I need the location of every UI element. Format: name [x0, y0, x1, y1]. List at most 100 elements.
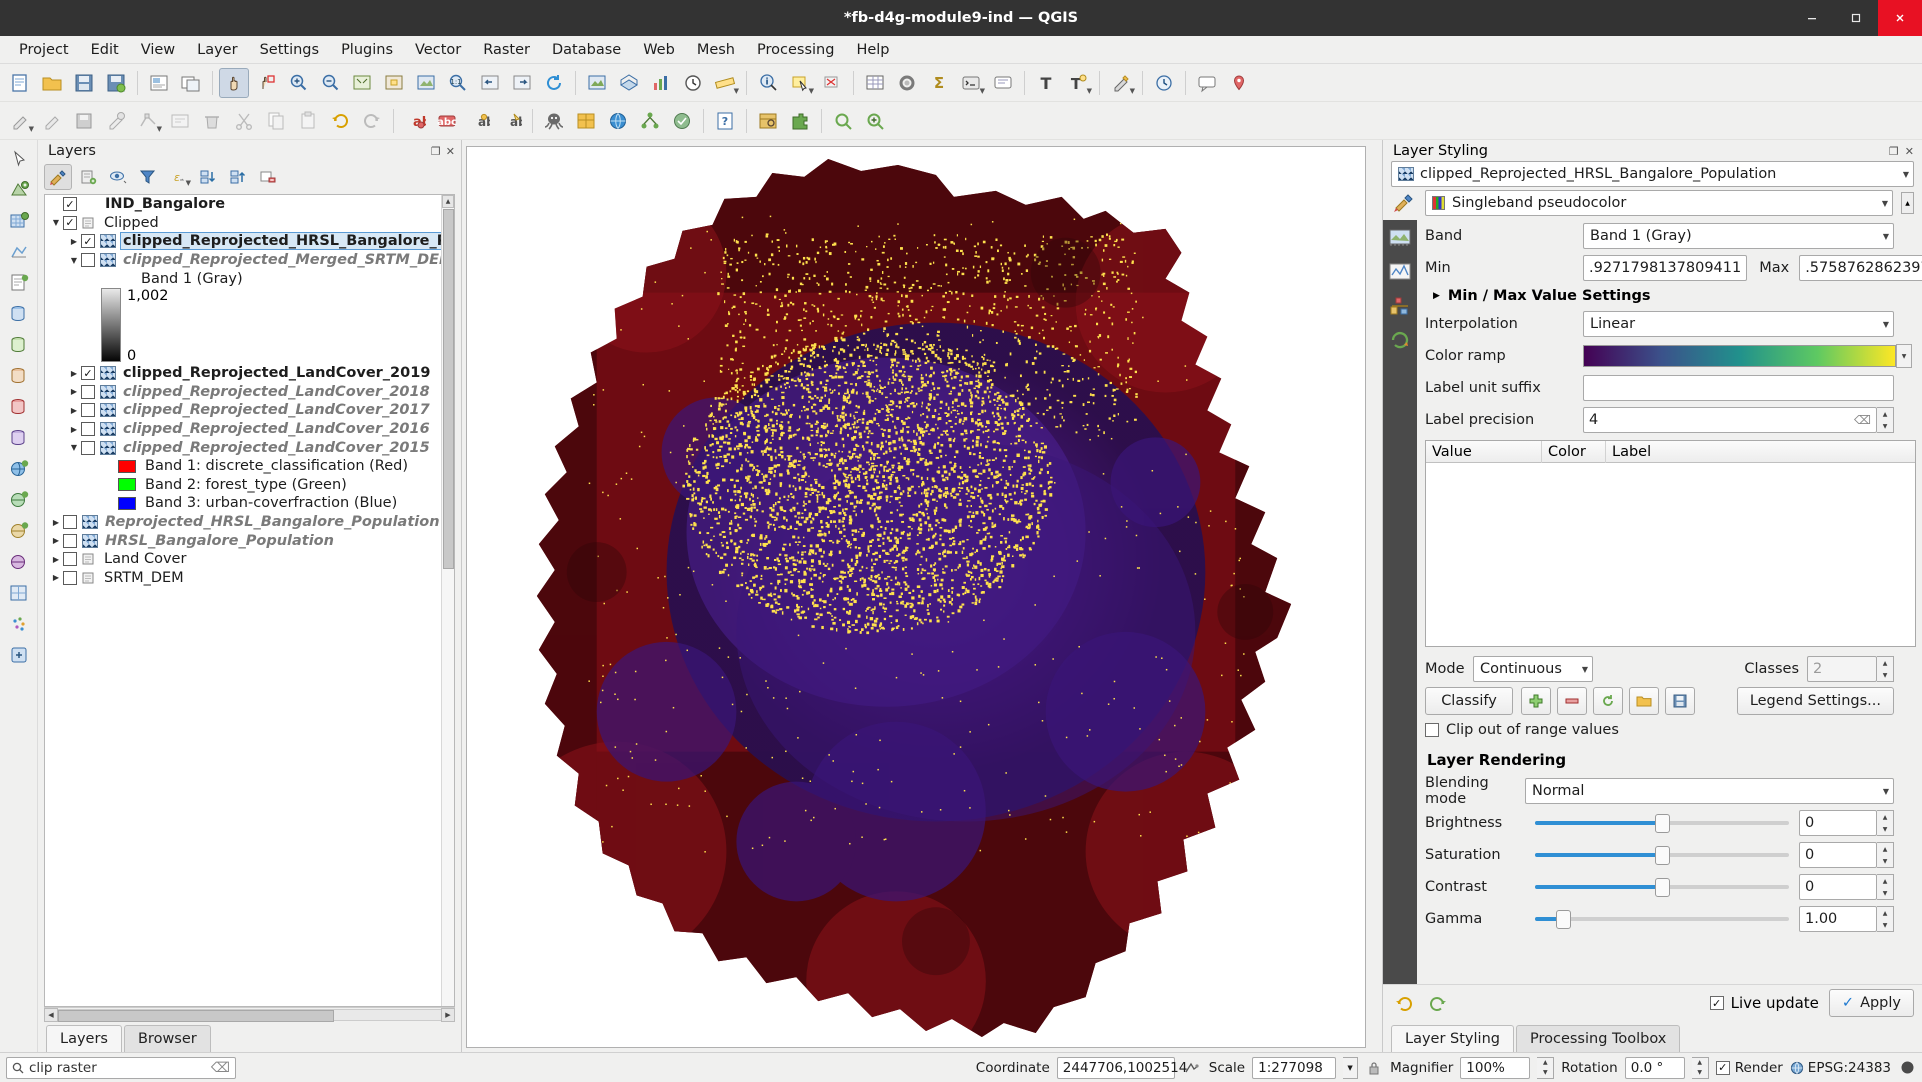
stepper-down-icon[interactable]: ▼ [1877, 823, 1893, 835]
redo-icon[interactable] [357, 106, 387, 136]
add-class-icon[interactable] [1521, 687, 1551, 715]
magnifier-field[interactable]: 100% [1460, 1056, 1531, 1079]
mode-combo[interactable]: Continuous ▼ [1473, 656, 1593, 682]
network-icon[interactable] [635, 106, 665, 136]
add-mssql-icon[interactable] [4, 361, 34, 391]
menu-view[interactable]: View [130, 39, 186, 61]
undock-icon[interactable]: ❐ [1889, 145, 1899, 158]
layer-visibility-checkbox[interactable]: ✓ [63, 197, 77, 212]
expand-all-icon[interactable] [194, 164, 222, 190]
label-unit-suffix-input[interactable] [1583, 375, 1894, 401]
show-statistics-icon[interactable] [646, 68, 676, 98]
add-afs-icon[interactable] [4, 547, 34, 577]
scroll-right-button[interactable]: ▶ [441, 1007, 455, 1022]
temporal-controller-icon[interactable] [1149, 68, 1179, 98]
layer-visibility-checkbox[interactable] [63, 570, 77, 585]
messages-icon[interactable] [1898, 1060, 1916, 1075]
show-layout-manager-icon[interactable] [176, 68, 206, 98]
tab-layer-styling[interactable]: Layer Styling [1391, 1025, 1514, 1052]
min-input[interactable]: .9271798137809411 [1583, 255, 1748, 281]
zoom-to-selection-icon[interactable] [379, 68, 409, 98]
add-delimited-text-icon[interactable] [4, 268, 34, 298]
style-scroll-up-button[interactable]: ▲ [1901, 192, 1914, 214]
chevron-down-icon[interactable]: ▼ [734, 87, 739, 95]
add-feature-icon[interactable] [101, 106, 131, 136]
slider-track-gamma[interactable] [1535, 908, 1789, 930]
stepper-down-icon[interactable]: ▼ [1537, 1068, 1553, 1078]
add-pointcloud-icon[interactable] [4, 609, 34, 639]
expand-arrow-icon[interactable] [49, 573, 63, 582]
highlight-labels-icon[interactable]: ab [496, 106, 526, 136]
layer-tree-row[interactable]: clipped_Reprojected_LandCover_2017 [45, 401, 454, 420]
slider-stepper[interactable]: ▲ ▼ [1877, 906, 1894, 932]
slider-stepper[interactable]: ▲ ▼ [1877, 842, 1894, 868]
chevron-down-icon[interactable]: ▼ [1877, 787, 1889, 796]
slider-value-input[interactable]: 0 [1799, 842, 1877, 868]
search-qms-icon[interactable] [828, 106, 858, 136]
expand-arrow-icon[interactable] [49, 555, 63, 564]
chevron-down-icon[interactable]: ▼ [1902, 353, 1907, 360]
slider-value-input[interactable]: 1.00 [1799, 906, 1877, 932]
labeling-icon[interactable]: ab [400, 106, 430, 136]
octopus-plugin-icon[interactable] [539, 106, 569, 136]
menu-plugins[interactable]: Plugins [330, 39, 404, 61]
layers-tree-hscrollbar[interactable]: ◀ ▶ [44, 1007, 455, 1022]
renderer-combo[interactable]: Singleband pseudocolor ▼ [1425, 190, 1893, 216]
copy-features-icon[interactable] [261, 106, 291, 136]
maximize-button[interactable] [1834, 0, 1878, 36]
color-ramp-dropdown[interactable]: ▼ [1896, 344, 1912, 368]
style-manager-icon[interactable]: ▼ [1106, 68, 1136, 98]
current-edits-icon[interactable]: ▼ [5, 106, 35, 136]
slider-handle[interactable] [1655, 813, 1670, 833]
add-raster-layer-icon[interactable] [4, 206, 34, 236]
cut-features-icon[interactable] [229, 106, 259, 136]
slider-stepper[interactable]: ▲ ▼ [1877, 874, 1894, 900]
map-tips-icon[interactable] [988, 68, 1018, 98]
layer-tree-row[interactable]: clipped_Reprojected_Merged_SRTM_DEM [45, 251, 454, 270]
paste-features-icon[interactable] [293, 106, 323, 136]
zoom-in-icon[interactable] [283, 68, 313, 98]
classify-button[interactable]: Classify [1425, 687, 1513, 715]
chevron-down-icon[interactable]: ▼ [1130, 87, 1135, 95]
open-attribute-table-icon[interactable] [860, 68, 890, 98]
hscroll-thumb[interactable] [58, 1009, 334, 1022]
layer-visibility-checkbox[interactable] [81, 384, 95, 399]
scrollbar-thumb[interactable] [443, 209, 454, 569]
toggle-editing-icon[interactable] [37, 106, 67, 136]
expand-arrow-icon[interactable] [67, 425, 81, 434]
new-geopackage-icon[interactable] [4, 640, 34, 670]
scroll-up-button[interactable]: ▲ [442, 195, 454, 208]
stepper-up-icon[interactable]: ▲ [1692, 1058, 1708, 1068]
slider-handle[interactable] [1655, 877, 1670, 897]
chevron-down-icon[interactable]: ▼ [29, 125, 34, 133]
clear-icon[interactable]: ⌫ [1854, 413, 1871, 427]
chevron-down-icon[interactable]: ▼ [809, 87, 814, 95]
menu-database[interactable]: Database [541, 39, 632, 61]
menu-processing[interactable]: Processing [746, 39, 845, 61]
menu-project[interactable]: Project [8, 39, 80, 61]
render-checkbox-wrap[interactable]: ✓ Render [1715, 1060, 1783, 1076]
slider-handle[interactable] [1555, 909, 1571, 929]
layer-tree-row[interactable]: ✓ Clipped [45, 214, 454, 233]
expand-arrow-icon[interactable] [67, 369, 81, 378]
new-3d-map-view-icon[interactable] [614, 68, 644, 98]
pan-to-selection-icon[interactable] [251, 68, 281, 98]
toggle-extents-icon[interactable] [1182, 1060, 1202, 1076]
manage-map-themes-icon[interactable] [104, 164, 132, 190]
max-input[interactable]: .5758762862397049 [1799, 255, 1922, 281]
filter-legend-icon[interactable] [134, 164, 162, 190]
processing-toolbox-icon[interactable] [892, 68, 922, 98]
osm-place-search-icon[interactable] [667, 106, 697, 136]
layer-tree-row[interactable]: HRSL_Bangalore_Population [45, 531, 454, 550]
show-pinned-labels-icon[interactable]: ab [464, 106, 494, 136]
save-project-as-icon[interactable] [101, 68, 131, 98]
legend-settings-button[interactable]: Legend Settings... [1736, 687, 1894, 715]
stepper-down-icon[interactable]: ▼ [1877, 887, 1893, 899]
band-combo[interactable]: Band 1 (Gray) ▼ [1583, 223, 1894, 249]
magnifier-stepper[interactable]: ▲ ▼ [1537, 1056, 1555, 1079]
modify-attributes-icon[interactable] [165, 106, 195, 136]
clear-search-icon[interactable]: ⌫ [211, 1060, 230, 1076]
load-color-map-icon[interactable] [1629, 687, 1659, 715]
map-canvas[interactable] [466, 146, 1366, 1048]
apply-button[interactable]: ✓ Apply [1828, 989, 1914, 1017]
